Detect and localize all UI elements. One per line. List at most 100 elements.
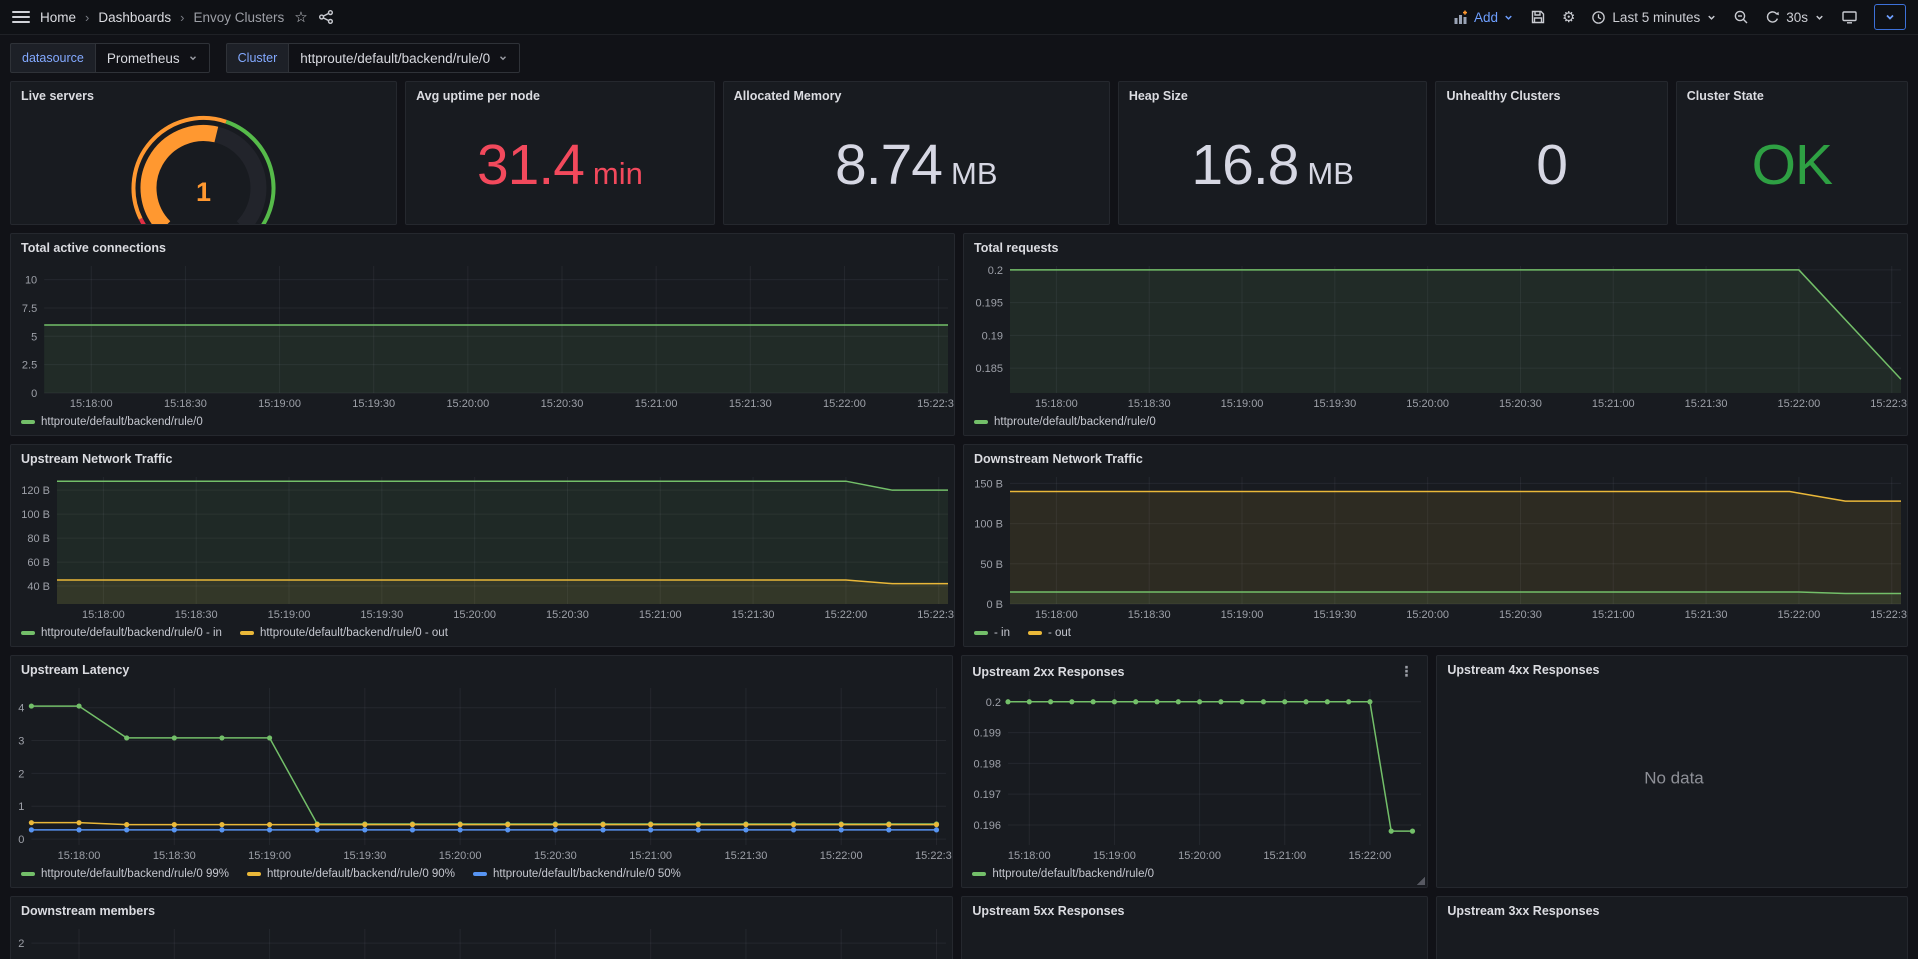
svg-text:15:20:30: 15:20:30 [1499,398,1542,410]
panel-title[interactable]: Avg uptime per node [406,82,714,106]
svg-text:15:21:00: 15:21:00 [639,609,682,621]
datasource-select[interactable]: Prometheus [96,43,210,73]
time-range-label: Last 5 minutes [1612,10,1700,25]
panel-menu-icon[interactable]: ⋮ [1395,663,1417,680]
settings-gear-icon[interactable]: ⚙ [1562,10,1575,25]
legend-label: httproute/default/backend/rule/0 [992,868,1154,880]
time-series-chart[interactable]: 15:18:0015:18:3015:19:0015:19:3015:20:00… [11,258,954,413]
cluster-select[interactable]: httproute/default/backend/rule/0 [289,43,520,73]
svg-text:0 B: 0 B [986,599,1003,611]
legend-item[interactable]: httproute/default/backend/rule/0 50% [473,868,681,880]
panel-title[interactable]: Allocated Memory [724,82,1109,106]
legend-item[interactable]: httproute/default/backend/rule/0 99% [21,868,229,880]
panel-title[interactable]: Total active connections [11,234,954,258]
no-data-chart[interactable]: No data [1437,680,1907,887]
svg-text:0.2: 0.2 [988,265,1003,277]
svg-text:3: 3 [18,736,24,748]
legend-label: httproute/default/backend/rule/0 [41,416,203,428]
save-icon[interactable] [1530,9,1546,25]
time-range-picker[interactable]: Last 5 minutes [1591,10,1717,25]
svg-text:15:19:30: 15:19:30 [343,850,386,862]
svg-text:15:19:00: 15:19:00 [268,609,311,621]
legend-swatch [21,420,35,424]
time-series-chart[interactable] [1437,921,1907,959]
time-series-chart[interactable]: 15:18:0015:18:3015:19:0015:19:3015:20:00… [964,258,1907,413]
time-series-chart[interactable] [962,921,1427,959]
panel-title[interactable]: Upstream 4xx Responses [1437,656,1907,680]
panel-title[interactable]: Live servers [11,82,396,106]
legend-label: httproute/default/backend/rule/0 - in [41,627,222,639]
chart-legend: - in - out [964,624,1907,646]
collapse-nav-button[interactable] [1874,4,1906,30]
legend-item[interactable]: - in [974,627,1010,639]
add-button[interactable]: Add [1452,10,1514,25]
refresh-picker[interactable]: 30s [1765,10,1825,25]
svg-text:0: 0 [18,834,24,846]
chevron-down-icon [1706,12,1717,23]
breadcrumb-dashboards[interactable]: Dashboards [98,10,171,25]
svg-text:0.197: 0.197 [974,789,1002,801]
svg-text:0.185: 0.185 [975,363,1003,375]
svg-text:15:20:00: 15:20:00 [453,609,496,621]
breadcrumb-current: Envoy Clusters [194,10,285,25]
panel-title[interactable]: Upstream Network Traffic [11,445,954,469]
legend-item[interactable]: httproute/default/backend/rule/0 [972,868,1154,880]
panel-resize-handle[interactable] [1416,876,1425,885]
variable-label: Cluster [226,43,290,73]
panel-title[interactable]: Downstream members [11,897,952,921]
svg-text:100 B: 100 B [21,509,50,521]
chevron-down-icon [1814,12,1825,23]
svg-text:15:18:30: 15:18:30 [1128,609,1171,621]
svg-text:15:20:30: 15:20:30 [541,398,584,410]
panel-title[interactable]: Downstream Network Traffic [964,445,1907,469]
cluster-value: httproute/default/backend/rule/0 [300,51,490,66]
variable-label: datasource [10,43,96,73]
tv-kiosk-icon[interactable] [1841,9,1858,25]
svg-text:15:19:30: 15:19:30 [360,609,403,621]
svg-text:10: 10 [25,275,37,287]
svg-text:15:20:00: 15:20:00 [446,398,489,410]
panel-title[interactable]: Upstream 3xx Responses [1437,897,1907,921]
chevron-down-icon [498,53,508,63]
panel-title[interactable]: Total requests [964,234,1907,258]
legend-label: httproute/default/backend/rule/0 [994,416,1156,428]
legend-item[interactable]: httproute/default/backend/rule/0 [21,416,203,428]
legend-item[interactable]: httproute/default/backend/rule/0 90% [247,868,455,880]
svg-text:0.2: 0.2 [986,697,1001,709]
panel-title[interactable]: Heap Size [1119,82,1427,106]
time-series-chart[interactable]: 15:18:0015:18:3015:19:0015:19:3015:20:00… [11,921,952,959]
time-series-chart[interactable]: 15:18:0015:18:3015:19:0015:19:3015:20:00… [11,469,954,624]
time-series-chart[interactable]: 15:18:0015:18:3015:19:0015:19:3015:20:00… [11,680,952,865]
svg-text:0.196: 0.196 [974,820,1002,832]
svg-text:120 B: 120 B [21,485,50,497]
time-series-chart[interactable]: 15:18:0015:19:0015:20:0015:21:0015:22:00… [962,683,1427,865]
time-series-chart[interactable]: 15:18:0015:18:3015:19:0015:19:3015:20:00… [964,469,1907,624]
variables-row: datasource Prometheus Cluster httproute/… [10,43,1908,73]
menu-icon[interactable] [12,6,30,28]
legend-item[interactable]: httproute/default/backend/rule/0 - out [240,627,448,639]
panel-cluster-state: Cluster State OK [1676,81,1908,225]
zoom-out-icon[interactable] [1733,9,1749,25]
dashboard-body: datasource Prometheus Cluster httproute/… [0,35,1918,959]
favorite-star-icon[interactable]: ☆ [294,10,307,25]
legend-item[interactable]: - out [1028,627,1071,639]
svg-text:60 B: 60 B [27,557,50,569]
panel-upstream-latency: Upstream Latency 15:18:0015:18:3015:19:0… [10,655,953,888]
share-icon[interactable] [318,9,334,25]
breadcrumb-home[interactable]: Home [40,10,76,25]
svg-text:15:22:30: 15:22:30 [917,398,955,410]
legend-item[interactable]: httproute/default/backend/rule/0 - in [21,627,222,639]
legend-label: - out [1048,627,1071,639]
panel-title[interactable]: Upstream 2xx Responses ⋮ [962,656,1427,683]
gauge-live-servers[interactable]: 1 [11,106,396,224]
chevron-down-icon [188,53,198,63]
panel-title[interactable]: Upstream Latency [11,656,952,680]
panel-title[interactable]: Unhealthy Clusters [1436,82,1666,106]
svg-text:15:18:00: 15:18:00 [1035,609,1078,621]
legend-item[interactable]: httproute/default/backend/rule/0 [974,416,1156,428]
chevron-down-icon [1884,11,1896,23]
svg-text:15:21:30: 15:21:30 [1685,398,1728,410]
panel-title[interactable]: Cluster State [1677,82,1907,106]
panel-title[interactable]: Upstream 5xx Responses [962,897,1427,921]
svg-text:15:19:00: 15:19:00 [1221,609,1264,621]
